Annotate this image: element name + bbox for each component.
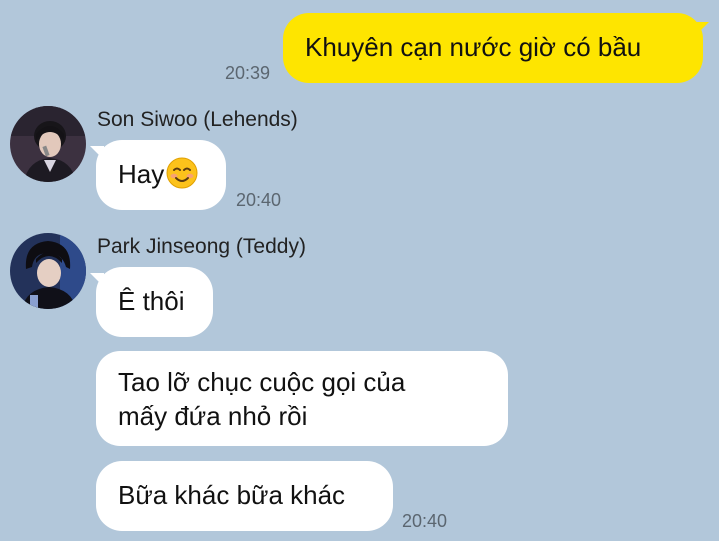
message-bubble[interactable]: Khuyên cạn nước giờ có bầu	[283, 13, 703, 83]
message-bubble[interactable]: Bữa khác bữa khác	[96, 461, 393, 531]
message-time: 20:40	[402, 511, 448, 531]
bubble-tail	[695, 22, 709, 36]
sender-name: Son Siwoo (Lehends)	[97, 108, 298, 131]
message-text-line: Tao lỡ chục cuộc gọi của	[118, 367, 406, 397]
avatar[interactable]	[10, 233, 86, 309]
smiling-face-emoji-icon	[166, 157, 198, 197]
message-text: Hay	[118, 159, 165, 189]
avatar[interactable]	[10, 106, 86, 182]
message-bubble[interactable]: Tao lỡ chục cuộc gọi của mấy đứa nhỏ rồi	[96, 351, 508, 446]
message-time: 20:40	[236, 190, 282, 210]
message-bubble[interactable]: Hay	[96, 140, 226, 210]
message-time: 20:39	[225, 63, 271, 83]
message-bubble[interactable]: Ê thôi	[96, 267, 213, 337]
message-text-line: mấy đứa nhỏ rồi	[118, 401, 308, 431]
sender-name: Park Jinseong (Teddy)	[97, 235, 306, 258]
avatar-image	[10, 106, 86, 182]
avatar-image	[10, 233, 86, 309]
